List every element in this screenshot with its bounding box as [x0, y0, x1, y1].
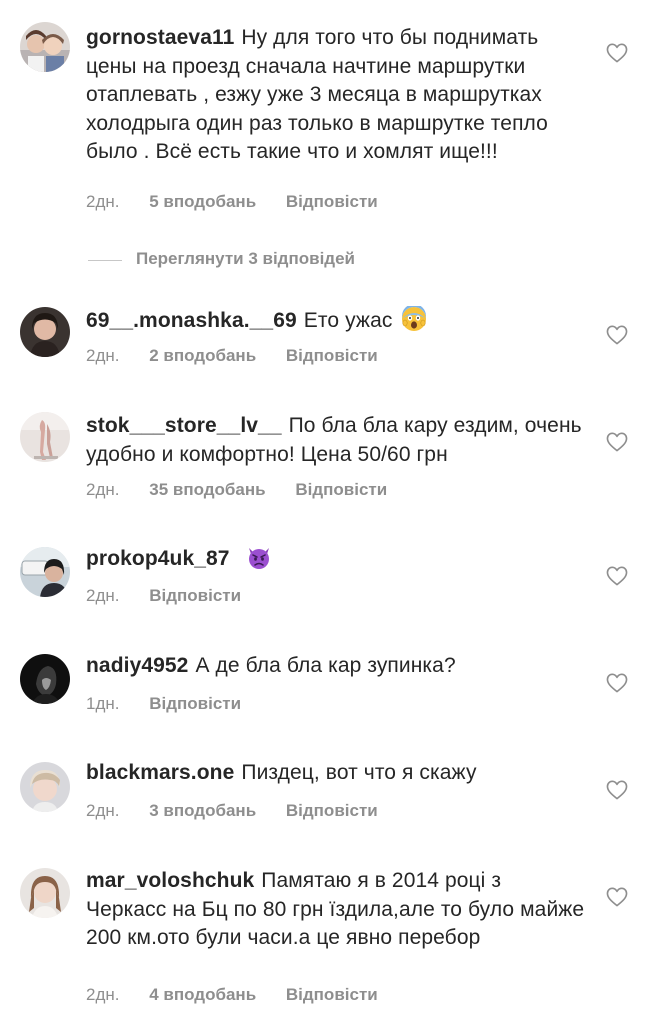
- comment-time: 2дн.: [86, 586, 120, 605]
- comment-username[interactable]: prokop4uk_87: [86, 547, 230, 570]
- reply-button[interactable]: Відповісти: [286, 192, 378, 211]
- replies-divider: [88, 260, 122, 261]
- comment-username[interactable]: mar_voloshchuk: [86, 869, 254, 892]
- scream-emoji: [402, 306, 427, 331]
- avatar[interactable]: [20, 22, 70, 72]
- comment-text: gornostaeva11 Ну для того что бы поднимат…: [86, 24, 586, 167]
- comment-time: 2дн.: [86, 801, 120, 820]
- angry-devil-emoji: [248, 548, 269, 569]
- heart-outline-icon[interactable]: [606, 43, 628, 63]
- comment-likes[interactable]: 3 вподобань: [149, 801, 256, 820]
- heart-outline-icon[interactable]: [606, 325, 628, 345]
- comment-text: prokop4uk_87: [86, 544, 586, 574]
- comment-text: nadiy4952 А де бла бла кар зупинка?: [86, 652, 586, 681]
- comment-body: Пиздец, вот что я скажу: [241, 761, 477, 784]
- comment-username[interactable]: gornostaeva11: [86, 26, 234, 49]
- comment-body: Ето ужас: [303, 309, 393, 332]
- comment-username[interactable]: stok___store__lv__: [86, 414, 282, 437]
- reply-button[interactable]: Відповісти: [286, 985, 378, 1004]
- comment-likes[interactable]: 5 вподобань: [149, 192, 256, 211]
- comment-meta: 2дн. 3 вподобань Відповісти: [86, 801, 403, 821]
- avatar[interactable]: [20, 547, 70, 597]
- comment-time: 1дн.: [86, 694, 120, 713]
- comment-meta: 2дн. Відповісти: [86, 586, 266, 606]
- comment-time: 2дн.: [86, 985, 120, 1004]
- comment-time: 2дн.: [86, 346, 120, 365]
- comment-body: А де бла бла кар зупинка?: [195, 654, 456, 677]
- comment-time: 2дн.: [86, 192, 120, 211]
- avatar[interactable]: [20, 868, 70, 918]
- reply-button[interactable]: Відповісти: [149, 694, 241, 713]
- comment-username[interactable]: nadiy4952: [86, 654, 188, 677]
- comment-username[interactable]: 69__.monashka.__69: [86, 309, 297, 332]
- avatar[interactable]: [20, 307, 70, 357]
- heart-outline-icon[interactable]: [606, 780, 628, 800]
- reply-button[interactable]: Відповісти: [295, 480, 387, 499]
- reply-button[interactable]: Відповісти: [286, 801, 378, 820]
- comment-meta: 1дн. Відповісти: [86, 694, 266, 714]
- reply-button[interactable]: Відповісти: [286, 346, 378, 365]
- heart-outline-icon[interactable]: [606, 432, 628, 452]
- comment-meta: 2дн. 4 вподобань Відповісти: [86, 985, 403, 1005]
- comment-likes[interactable]: 4 вподобань: [149, 985, 256, 1004]
- avatar[interactable]: [20, 654, 70, 704]
- comment-text: mar_voloshchuk Памятаю я в 2014 році з Че…: [86, 867, 586, 953]
- comment-likes[interactable]: 2 вподобань: [149, 346, 256, 365]
- comment-text: blackmars.one Пиздец, вот что я скажу: [86, 759, 586, 788]
- comment-text: stok___store__lv__ По бла бла кару ездим,…: [86, 412, 586, 469]
- reply-button[interactable]: Відповісти: [149, 586, 241, 605]
- comment-username[interactable]: blackmars.one: [86, 761, 234, 784]
- comment-text: 69__.monashka.__69 Ето ужас: [86, 306, 586, 336]
- comment-meta: 2дн. 5 вподобань Відповісти: [86, 192, 403, 212]
- view-replies-button[interactable]: Переглянути 3 відповідей: [136, 249, 355, 269]
- comment-meta: 2дн. 2 вподобань Відповісти: [86, 346, 403, 366]
- comment-likes[interactable]: 35 вподобань: [149, 480, 265, 499]
- heart-outline-icon[interactable]: [606, 887, 628, 907]
- comment-meta: 2дн. 35 вподобань Відповісти: [86, 480, 412, 500]
- heart-outline-icon[interactable]: [606, 673, 628, 693]
- avatar[interactable]: [20, 762, 70, 812]
- comment-time: 2дн.: [86, 480, 120, 499]
- heart-outline-icon[interactable]: [606, 566, 628, 586]
- avatar[interactable]: [20, 412, 70, 462]
